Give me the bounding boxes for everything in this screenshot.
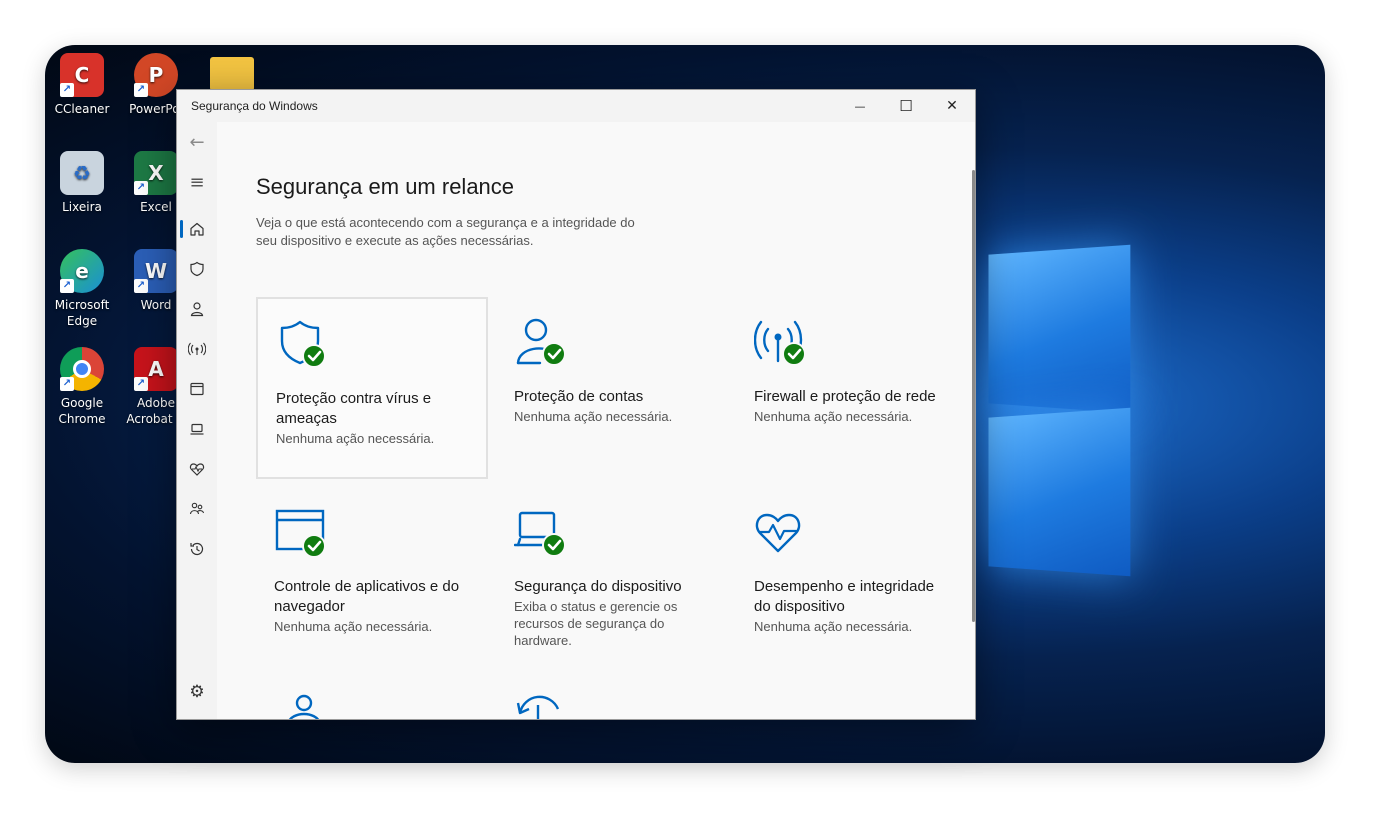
main-content: Segurança em um relance Veja o que está … bbox=[217, 122, 975, 719]
hamburger-menu-icon: ≡ bbox=[189, 171, 205, 193]
history-icon bbox=[516, 695, 560, 719]
tile-status: Nenhuma ação necessária. bbox=[754, 409, 913, 424]
shortcut-arrow-icon: ↗ bbox=[60, 377, 74, 391]
word-icon: W ↗ bbox=[134, 249, 178, 293]
desktop-icon-label: CCleaner bbox=[54, 102, 110, 116]
maximize-icon: ☐ bbox=[899, 97, 913, 115]
laptop-check-icon bbox=[514, 511, 566, 557]
family-icon bbox=[288, 694, 320, 719]
shortcut-arrow-icon: ↗ bbox=[134, 181, 148, 195]
heart-pulse-icon bbox=[189, 463, 205, 476]
side-navigation: ← ≡ ⚙ bbox=[177, 122, 217, 719]
windows-logo-pane bbox=[988, 407, 1131, 577]
back-button[interactable]: ← bbox=[177, 124, 217, 160]
maximize-button[interactable]: ☐ bbox=[883, 90, 929, 122]
nav-item-device-security[interactable] bbox=[177, 411, 217, 447]
tile-title: Desempenho e integridade do dispositivo … bbox=[754, 577, 954, 635]
tile-firewall-network-protection[interactable]: Firewall e proteção de rede Nenhuma ação… bbox=[736, 297, 968, 479]
menu-button[interactable]: ≡ bbox=[177, 164, 217, 200]
minimize-button[interactable]: — bbox=[837, 90, 883, 122]
nav-item-account-protection[interactable] bbox=[177, 291, 217, 327]
shield-check-icon bbox=[280, 320, 326, 368]
tile-virus-threat-protection[interactable]: Proteção contra vírus e ameaças Nenhuma … bbox=[256, 297, 488, 479]
nav-item-virus-protection[interactable] bbox=[177, 251, 217, 287]
desktop-icon-ccleaner[interactable]: C ↗ CCleaner bbox=[47, 53, 117, 117]
back-arrow-icon: ← bbox=[189, 131, 205, 153]
excel-icon: X ↗ bbox=[134, 151, 178, 195]
tile-title: Firewall e proteção de rede Nenhuma ação… bbox=[754, 387, 954, 425]
tile-status: Nenhuma ação necessária. bbox=[514, 409, 673, 424]
tile-account-protection[interactable]: Proteção de contas Nenhuma ação necessár… bbox=[496, 297, 728, 479]
nav-item-app-browser-control[interactable] bbox=[177, 371, 217, 407]
close-button[interactable]: ✕ bbox=[929, 90, 975, 122]
home-icon bbox=[190, 222, 204, 236]
close-icon: ✕ bbox=[946, 98, 958, 114]
windows-logo-pane bbox=[988, 244, 1131, 414]
shortcut-arrow-icon: ↗ bbox=[60, 83, 74, 97]
antenna-check-icon bbox=[754, 320, 806, 366]
tile-title: Proteção de contas Nenhuma ação necessár… bbox=[514, 387, 714, 425]
desktop-icon-label-line2: Edge bbox=[66, 314, 98, 328]
heart-pulse-icon bbox=[755, 513, 801, 553]
shortcut-arrow-icon: ↗ bbox=[60, 279, 74, 293]
page-description: Veja o que está acontecendo com a segura… bbox=[256, 215, 635, 248]
person-check-icon bbox=[516, 318, 566, 366]
tile-app-browser-control[interactable]: Controle de aplicativos e do navegador N… bbox=[256, 487, 488, 669]
nav-item-settings[interactable]: ⚙ bbox=[177, 674, 217, 710]
ccleaner-icon: C ↗ bbox=[60, 53, 104, 97]
desktop-icon-label-line2: Chrome bbox=[58, 412, 106, 426]
shortcut-arrow-icon: ↗ bbox=[134, 377, 148, 391]
tile-device-security[interactable]: Segurança do dispositivo Exiba o status … bbox=[496, 487, 728, 669]
tile-status: Nenhuma ação necessária. bbox=[274, 619, 433, 634]
tile-protection-history-partial[interactable] bbox=[496, 677, 728, 719]
minimize-icon: — bbox=[854, 99, 866, 113]
tile-family-options-partial[interactable] bbox=[256, 677, 488, 719]
nav-item-firewall[interactable] bbox=[177, 331, 217, 367]
edge-icon: e ↗ bbox=[60, 249, 104, 293]
desktop-icon-label: Lixeira bbox=[62, 200, 102, 214]
antenna-icon bbox=[188, 342, 206, 356]
page-title: Segurança em um relance bbox=[256, 174, 515, 199]
family-icon bbox=[189, 502, 205, 515]
tile-status: Nenhuma ação necessária. bbox=[276, 431, 435, 446]
shield-icon bbox=[190, 261, 204, 277]
tile-status: Nenhuma ação necessária. bbox=[754, 619, 913, 634]
tile-device-performance-health[interactable]: Desempenho e integridade do dispositivo … bbox=[736, 487, 968, 669]
shortcut-arrow-icon: ↗ bbox=[134, 279, 148, 293]
history-icon bbox=[190, 542, 204, 556]
acrobat-icon: A ↗ bbox=[134, 347, 178, 391]
desktop-icon-edge[interactable]: e ↗ Microsoft Edge bbox=[47, 249, 117, 329]
nav-item-family-options[interactable] bbox=[177, 491, 217, 527]
folder-icon bbox=[210, 57, 254, 91]
browser-window-icon bbox=[190, 382, 204, 396]
tile-status: Exiba o status e gerencie os recursos de… bbox=[514, 599, 678, 648]
person-icon bbox=[190, 302, 204, 317]
recycle-bin-icon: ♻ bbox=[60, 151, 104, 195]
tile-title: Controle de aplicativos e do navegador N… bbox=[274, 577, 474, 635]
desktop-icon-chrome[interactable]: ↗ Google Chrome bbox=[47, 347, 117, 427]
powerpoint-icon: P ↗ bbox=[134, 53, 178, 97]
nav-item-protection-history[interactable] bbox=[177, 531, 217, 567]
vertical-scrollbar[interactable] bbox=[972, 170, 975, 622]
nav-item-home[interactable] bbox=[177, 211, 217, 247]
windows-security-window: Segurança do Windows — ☐ ✕ ← ≡ ⚙ Seguran… bbox=[176, 89, 976, 720]
desktop-icon-label: Microsoft bbox=[54, 298, 110, 312]
desktop-icon-label: Google bbox=[60, 396, 104, 410]
tile-title: Segurança do dispositivo Exiba o status … bbox=[514, 577, 714, 649]
title-bar[interactable]: Segurança do Windows — ☐ ✕ bbox=[177, 90, 975, 122]
desktop-icon-recycle-bin[interactable]: ♻ Lixeira bbox=[47, 151, 117, 215]
browser-check-icon bbox=[275, 509, 326, 558]
window-title: Segurança do Windows bbox=[191, 99, 318, 113]
tile-title: Proteção contra vírus e ameaças Nenhuma … bbox=[276, 389, 476, 447]
shortcut-arrow-icon: ↗ bbox=[134, 83, 148, 97]
nav-item-device-health[interactable] bbox=[177, 451, 217, 487]
laptop-icon bbox=[190, 423, 204, 435]
gear-icon: ⚙ bbox=[189, 682, 205, 702]
chrome-icon: ↗ bbox=[60, 347, 104, 391]
